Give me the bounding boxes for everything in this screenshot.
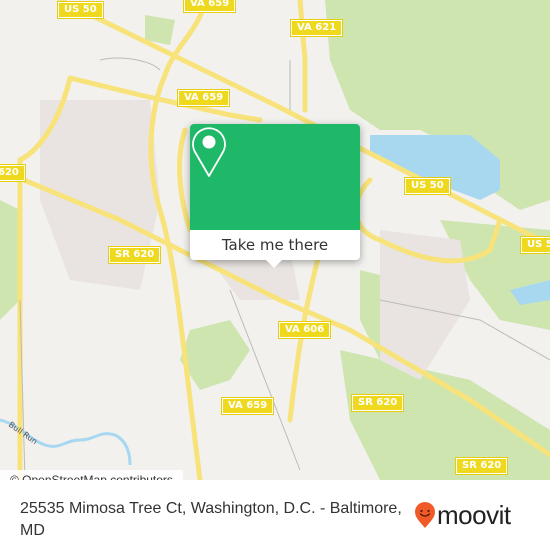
road-shield-va659: VA 659	[176, 89, 231, 107]
road-shield-sr620: SR 620	[454, 457, 509, 475]
address-text: 25535 Mimosa Tree Ct, Washington, D.C. -…	[20, 500, 402, 539]
moovit-wordmark: moovit	[437, 499, 511, 530]
road-shield-va621: VA 621	[289, 19, 344, 37]
road-shield-va659: VA 659	[182, 0, 237, 13]
map-pin-icon	[192, 127, 226, 177]
popup-header	[190, 124, 360, 230]
moovit-logo: moovit	[414, 500, 511, 530]
road-shield-us50: US 5	[520, 236, 550, 254]
road-shield-sr620: 620	[0, 164, 26, 182]
road-shield-sr620: SR 620	[350, 394, 405, 412]
road-shield-va606: VA 606	[277, 321, 332, 339]
road-shield-sr620: SR 620	[107, 246, 162, 264]
map-attribution[interactable]: © OpenStreetMap contributors	[0, 470, 183, 480]
road-shield-us50: US 50	[57, 1, 104, 19]
moovit-pin-icon	[415, 502, 435, 528]
road-shield-us50: US 50	[404, 177, 451, 195]
take-me-there-button[interactable]: Take me there	[190, 230, 360, 260]
road-shield-va659: VA 659	[220, 397, 275, 415]
map[interactable]: US 50 VA 659 VA 621 VA 659 620 US 50 US …	[0, 0, 550, 480]
location-popup: Take me there	[190, 124, 360, 268]
popup-pointer	[266, 260, 282, 268]
